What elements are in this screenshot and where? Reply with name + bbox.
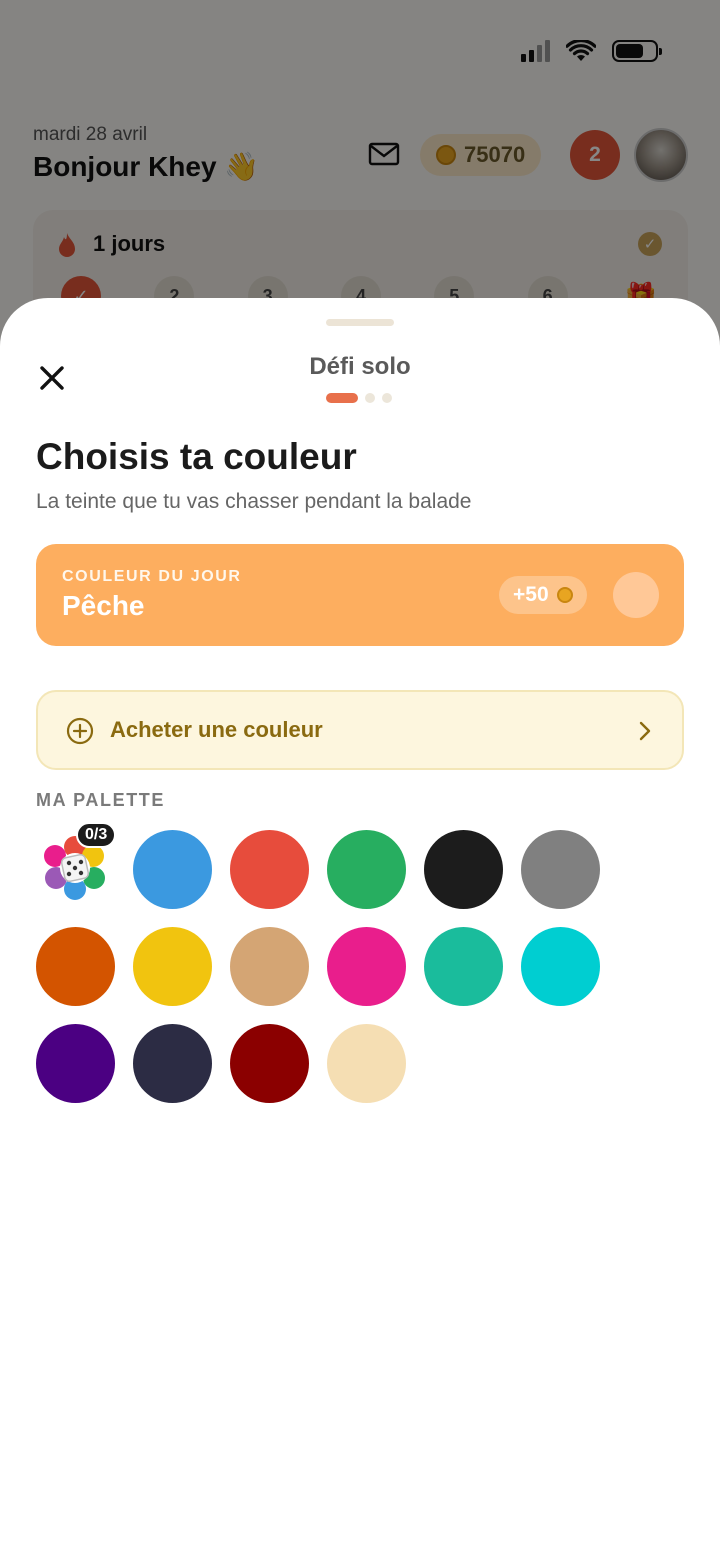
color-swatch-crème[interactable] bbox=[327, 1024, 406, 1103]
step-dot-2 bbox=[365, 393, 375, 403]
color-swatch-marine[interactable] bbox=[133, 1024, 212, 1103]
buy-color-label: Acheter une couleur bbox=[110, 717, 323, 742]
random-color-button[interactable]: 0/3 bbox=[36, 822, 117, 909]
page-title: Choisis ta couleur bbox=[36, 436, 357, 477]
step-dot-3 bbox=[382, 393, 392, 403]
color-swatch-cyan[interactable] bbox=[521, 927, 600, 1006]
page-subtitle: La teinte que tu vas chasser pendant la … bbox=[36, 490, 472, 513]
plus-circle-icon bbox=[66, 717, 94, 745]
color-swatch-rouge[interactable] bbox=[230, 830, 309, 909]
color-swatch-turquoise[interactable] bbox=[424, 927, 503, 1006]
sheet-grabber[interactable] bbox=[326, 319, 394, 326]
step-dot-1 bbox=[326, 393, 358, 403]
random-count-badge: 0/3 bbox=[76, 822, 117, 848]
buy-color-button[interactable]: Acheter une couleur bbox=[36, 690, 684, 770]
daily-color-name: Pêche bbox=[62, 590, 145, 621]
color-swatch-vert[interactable] bbox=[327, 830, 406, 909]
color-swatch-bordeaux[interactable] bbox=[230, 1024, 309, 1103]
palette-label: MA PALETTE bbox=[36, 790, 165, 810]
step-indicator bbox=[326, 393, 392, 403]
color-swatch-violet[interactable] bbox=[36, 1024, 115, 1103]
color-picker-sheet: Défi solo Choisis ta couleur La teinte q… bbox=[0, 298, 720, 1566]
color-swatch-jaune[interactable] bbox=[133, 927, 212, 1006]
palette-grid: 0/3 bbox=[36, 822, 636, 1103]
color-swatch-rose[interactable] bbox=[327, 927, 406, 1006]
daily-reward-value: +50 bbox=[513, 583, 549, 606]
color-swatch-gris[interactable] bbox=[521, 830, 600, 909]
chevron-right-icon bbox=[639, 721, 651, 741]
color-swatch-beige[interactable] bbox=[230, 927, 309, 1006]
color-swatch-noir[interactable] bbox=[424, 830, 503, 909]
daily-reward-badge: +50 bbox=[499, 576, 587, 614]
coin-icon bbox=[556, 587, 573, 603]
daily-color-swatch bbox=[613, 572, 659, 618]
sheet-title: Défi solo bbox=[309, 353, 411, 380]
color-swatch-bleu[interactable] bbox=[133, 830, 212, 909]
color-swatch-orange[interactable] bbox=[36, 927, 115, 1006]
daily-color-kicker: COULEUR DU JOUR bbox=[62, 568, 242, 585]
daily-color-card[interactable]: COULEUR DU JOUR Pêche +50 bbox=[36, 544, 684, 646]
